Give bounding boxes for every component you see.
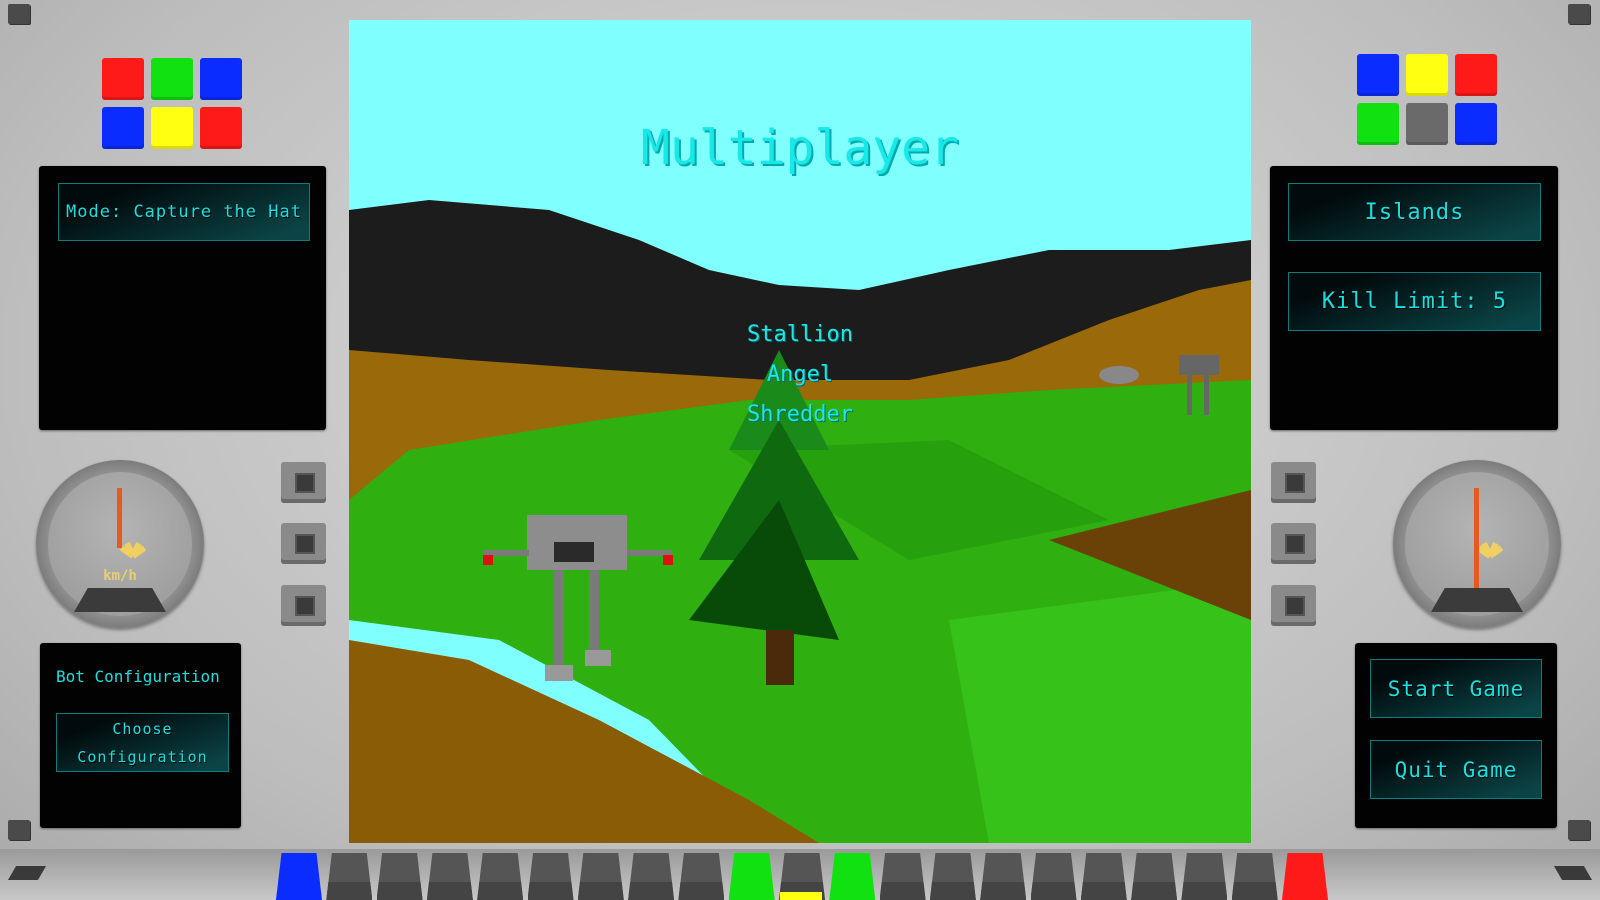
color-indicator (102, 58, 144, 100)
bot-config-panel: Bot Configuration Choose Configuration (40, 643, 241, 828)
key-button[interactable] (1030, 853, 1077, 900)
color-indicator (200, 58, 242, 100)
kill-limit-button[interactable]: Kill Limit: 5 (1288, 272, 1541, 331)
key-button[interactable] (376, 853, 423, 900)
key-button[interactable] (1231, 853, 1278, 900)
key-indicator (780, 892, 822, 900)
gauge-unit-label: km/h (103, 568, 137, 584)
side-button[interactable] (1271, 523, 1316, 564)
color-indicator (151, 58, 193, 100)
color-indicator (1455, 54, 1497, 96)
screen-title: Multiplayer (641, 120, 959, 176)
color-indicator (1357, 103, 1399, 145)
color-indicator (151, 107, 193, 149)
side-button[interactable] (281, 585, 326, 626)
key-button[interactable] (929, 853, 976, 900)
key-button[interactable] (1131, 853, 1178, 900)
key-button[interactable] (527, 853, 574, 900)
key-button[interactable] (1282, 853, 1328, 900)
player-list: Stallion Angel Shredder (349, 322, 1251, 442)
key-button[interactable] (276, 853, 322, 900)
speed-gauge-left: km/h (36, 460, 204, 628)
side-button[interactable] (1271, 462, 1316, 503)
color-indicator (1455, 103, 1497, 145)
gauge-needle (1474, 488, 1479, 588)
color-indicator (1406, 54, 1448, 96)
color-indicator (102, 107, 144, 149)
mode-button[interactable]: Mode: Capture the Hat (58, 183, 310, 241)
player-name: Angel (766, 362, 834, 387)
key-button[interactable] (1080, 853, 1127, 900)
color-indicator (200, 107, 242, 149)
color-indicator (1406, 103, 1448, 145)
side-button[interactable] (281, 462, 326, 503)
mode-panel: Mode: Capture the Hat (39, 166, 326, 430)
key-button[interactable] (426, 853, 473, 900)
gauge-needle (117, 488, 122, 548)
key-button[interactable] (1181, 853, 1228, 900)
key-button[interactable] (829, 853, 876, 900)
key-button[interactable] (980, 853, 1027, 900)
player-name: Shredder (747, 402, 853, 427)
bot-config-heading: Bot Configuration (56, 667, 220, 686)
side-button[interactable] (1271, 585, 1316, 626)
map-button[interactable]: Islands (1288, 183, 1541, 241)
key-button[interactable] (326, 853, 373, 900)
actions-panel: Start Game Quit Game (1355, 643, 1557, 828)
key-button[interactable] (577, 853, 624, 900)
color-indicator (1357, 54, 1399, 96)
speed-gauge-right (1393, 460, 1561, 628)
key-button[interactable] (728, 853, 775, 900)
key-button[interactable] (477, 853, 524, 900)
corner-bolt (1568, 4, 1590, 24)
corner-bolt (8, 4, 30, 24)
corner-bolt (1568, 820, 1590, 840)
choose-configuration-button[interactable]: Choose Configuration (56, 713, 229, 772)
start-game-button[interactable]: Start Game (1370, 659, 1542, 718)
map-panel: Islands Kill Limit: 5 (1270, 166, 1558, 430)
quit-game-button[interactable]: Quit Game (1370, 740, 1542, 799)
player-name: Stallion (747, 322, 853, 347)
key-button[interactable] (678, 853, 725, 900)
key-button[interactable] (628, 853, 675, 900)
side-button[interactable] (281, 523, 326, 564)
key-button[interactable] (879, 853, 926, 900)
corner-bolt (8, 820, 30, 840)
game-viewport: Multiplayer Stallion Angel Shredder (349, 20, 1251, 843)
